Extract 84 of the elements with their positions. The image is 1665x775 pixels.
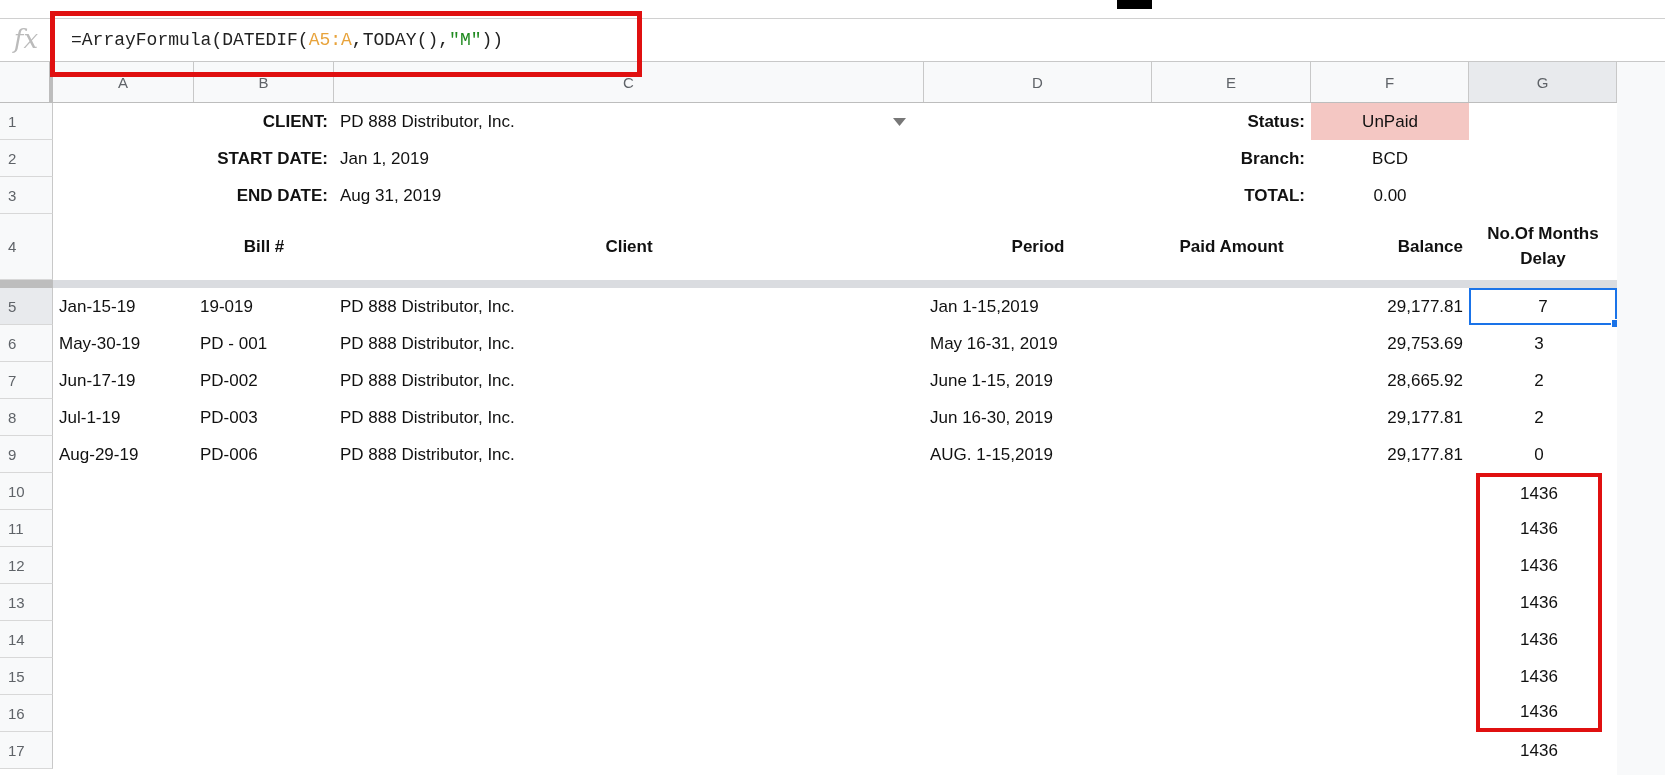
table-cell: 1436 (1476, 547, 1602, 584)
column-header[interactable]: G (1469, 62, 1617, 102)
table-cell: PD 888 Distributor, Inc. (340, 407, 515, 428)
table-cell: 1436 (1476, 695, 1602, 732)
table-cell-text: 2 (1533, 406, 1545, 429)
field-label: END DATE: (235, 184, 329, 207)
scrollbar-track[interactable] (1617, 62, 1665, 775)
row-header[interactable]: 17 (0, 732, 53, 769)
field-value: UnPaid (1311, 103, 1469, 140)
field-value: Aug 31, 2019 (340, 185, 442, 206)
table-cell: 29,753.69 (1387, 333, 1463, 354)
column-heading: No.Of Months Delay (1486, 223, 1600, 270)
row-header[interactable]: 4 (0, 214, 53, 280)
table-cell: 29,177.81 (1387, 296, 1463, 317)
table-cell: 1436 (1476, 621, 1602, 658)
table-cell: May-30-19 (59, 333, 141, 354)
text-color-indicator[interactable] (1117, 0, 1152, 9)
table-cell-text: 1436 (1519, 739, 1559, 762)
column-header[interactable]: C (334, 62, 924, 102)
table-cell: Jan-15-19 (59, 296, 136, 317)
table-cell: PD-006 (200, 444, 258, 465)
field-value: Jan 1, 2019 (340, 148, 429, 169)
column-header[interactable]: F (1311, 62, 1469, 102)
field-value: BCD (1371, 147, 1409, 170)
table-cell: 29,177.81 (1387, 444, 1463, 465)
table-cell: Jun-17-19 (59, 370, 136, 391)
table-cell: 1436 (1476, 658, 1602, 695)
table-cell: Jan 1-15,2019 (930, 296, 1039, 317)
table-cell: PD-003 (200, 407, 258, 428)
row-header[interactable]: 12 (0, 547, 53, 584)
table-cell: June 1-15, 2019 (930, 370, 1053, 391)
column-heading: Paid Amount (1178, 236, 1285, 258)
field-value: 0.00 (1372, 184, 1408, 207)
row-header[interactable]: 9 (0, 436, 53, 473)
table-cell: PD 888 Distributor, Inc. (340, 370, 515, 391)
table-cell: PD 888 Distributor, Inc. (340, 444, 515, 465)
row-header[interactable]: 14 (0, 621, 53, 658)
column-header[interactable]: D (924, 62, 1152, 102)
row-header[interactable]: 16 (0, 695, 53, 732)
table-cell: 28,665.92 (1387, 370, 1463, 391)
table-cell: PD 888 Distributor, Inc. (340, 296, 515, 317)
table-cell: 19-019 (200, 296, 253, 317)
row-header[interactable]: 13 (0, 584, 53, 621)
table-cell: PD 888 Distributor, Inc. (340, 333, 515, 354)
table-cell: May 16-31, 2019 (930, 333, 1058, 354)
column-header[interactable]: E (1152, 62, 1311, 102)
table-cell-text: 2 (1533, 369, 1545, 392)
table-cell: Jun 16-30, 2019 (930, 407, 1053, 428)
row-header[interactable]: 5 (0, 288, 53, 325)
table-cell-text: 0 (1533, 443, 1545, 466)
row-header[interactable]: 10 (0, 473, 53, 510)
row-header[interactable]: 6 (0, 325, 53, 362)
table-cell: Aug-29-19 (59, 444, 139, 465)
table-cell: Jul-1-19 (59, 407, 121, 428)
table-cell: 1436 (1476, 510, 1602, 547)
field-value: PD 888 Distributor, Inc. (340, 111, 515, 132)
formula-field[interactable]: =ArrayFormula(DATEDIF(A5:A,TODAY(),"M")) (71, 30, 504, 50)
column-heading: Client (604, 236, 654, 258)
row-header[interactable]: 8 (0, 399, 53, 436)
row-header[interactable]: 3 (0, 177, 53, 214)
field-label: CLIENT: (261, 110, 329, 133)
table-cell: PD-002 (200, 370, 258, 391)
row-header[interactable]: 1 (0, 103, 53, 140)
row-header[interactable]: 2 (0, 140, 53, 177)
column-heading: Balance (1396, 236, 1464, 258)
table-cell-text: 3 (1533, 332, 1545, 355)
table-cell: 1436 (1476, 584, 1602, 621)
dropdown-arrow-icon[interactable] (893, 117, 906, 126)
field-label: Status: (1246, 110, 1306, 133)
field-label: START DATE: (216, 147, 329, 170)
selected-cell[interactable]: 7 (1469, 288, 1617, 325)
field-label: TOTAL: (1243, 184, 1306, 207)
select-all-corner[interactable] (0, 62, 53, 102)
column-heading: Period (1010, 236, 1066, 258)
row-header[interactable]: 15 (0, 658, 53, 695)
row-header[interactable]: 7 (0, 362, 53, 399)
column-heading: Bill # (242, 236, 286, 258)
field-label: Branch: (1239, 147, 1306, 170)
fx-label: fx (0, 19, 53, 61)
table-cell: 1436 (1476, 473, 1602, 510)
table-cell: 29,177.81 (1387, 407, 1463, 428)
table-cell: AUG. 1-15,2019 (930, 444, 1053, 465)
row-header[interactable]: 11 (0, 510, 53, 547)
table-cell: PD - 001 (200, 333, 268, 354)
